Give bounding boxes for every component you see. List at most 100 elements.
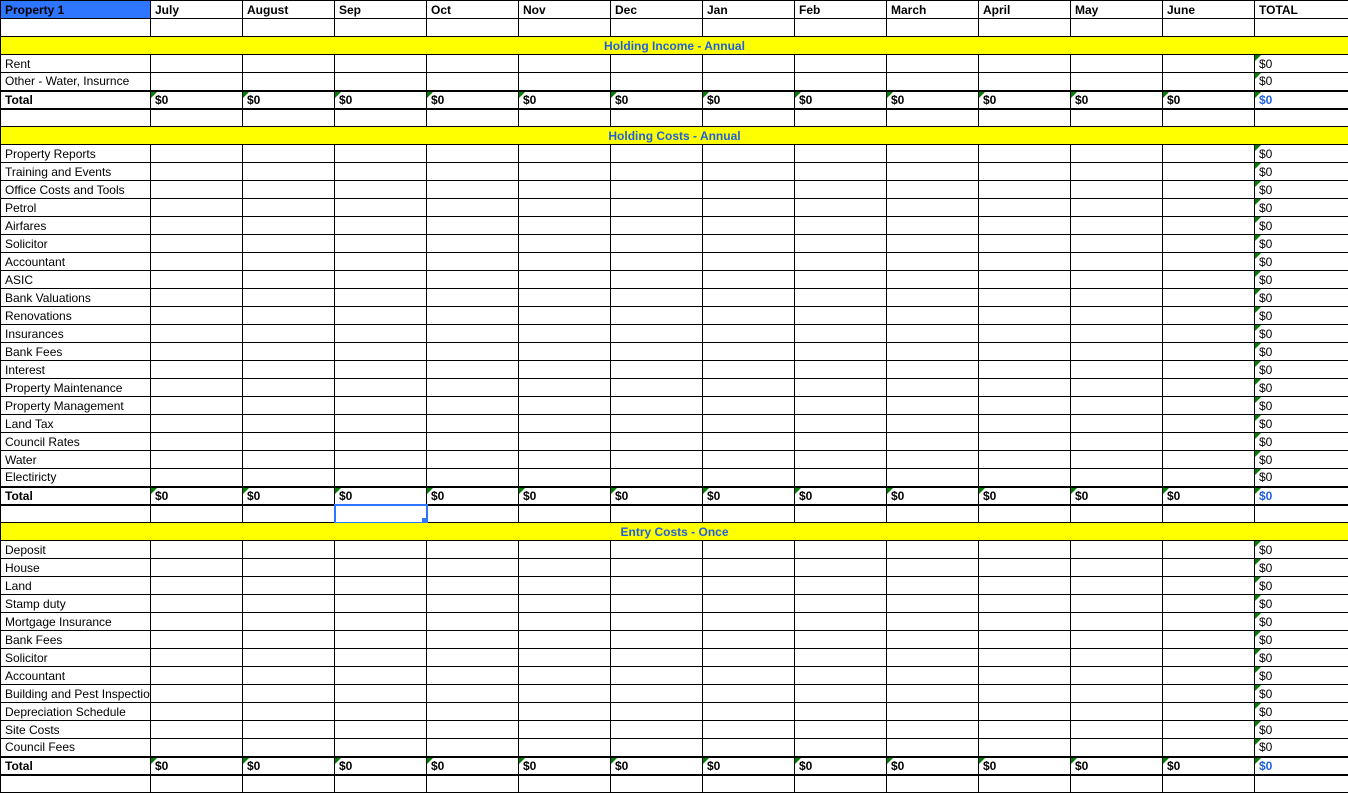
row-total[interactable]: $0	[1255, 145, 1348, 163]
data-cell[interactable]	[795, 235, 887, 253]
data-cell[interactable]	[243, 145, 335, 163]
data-cell[interactable]	[1071, 361, 1163, 379]
data-cell[interactable]	[887, 361, 979, 379]
data-cell[interactable]	[151, 469, 243, 487]
data-cell[interactable]	[427, 289, 519, 307]
data-cell[interactable]	[979, 631, 1071, 649]
data-cell[interactable]	[795, 433, 887, 451]
data-cell[interactable]	[887, 253, 979, 271]
row-label[interactable]: Property Management	[1, 397, 151, 415]
data-cell[interactable]	[611, 649, 703, 667]
data-cell[interactable]	[1163, 235, 1255, 253]
spacer-cell[interactable]	[979, 19, 1071, 37]
data-cell[interactable]	[1163, 631, 1255, 649]
data-cell[interactable]	[1163, 577, 1255, 595]
data-cell[interactable]	[611, 685, 703, 703]
spacer-cell[interactable]	[795, 775, 887, 793]
data-cell[interactable]	[703, 55, 795, 73]
data-cell[interactable]	[243, 325, 335, 343]
data-cell[interactable]	[427, 721, 519, 739]
data-cell[interactable]	[519, 343, 611, 361]
data-cell[interactable]	[1071, 703, 1163, 721]
data-cell[interactable]	[335, 235, 427, 253]
data-cell[interactable]	[1163, 451, 1255, 469]
data-cell[interactable]	[151, 325, 243, 343]
total-month-cell[interactable]: $0	[427, 487, 519, 505]
data-cell[interactable]	[979, 343, 1071, 361]
data-cell[interactable]	[703, 469, 795, 487]
data-cell[interactable]	[243, 721, 335, 739]
header-month[interactable]: April	[979, 1, 1071, 19]
row-total[interactable]: $0	[1255, 685, 1348, 703]
total-month-cell[interactable]: $0	[519, 91, 611, 109]
data-cell[interactable]	[1163, 649, 1255, 667]
data-cell[interactable]	[335, 667, 427, 685]
data-cell[interactable]	[519, 667, 611, 685]
data-cell[interactable]	[611, 379, 703, 397]
data-cell[interactable]	[519, 595, 611, 613]
total-label[interactable]: Total	[1, 91, 151, 109]
data-cell[interactable]	[1163, 199, 1255, 217]
row-total[interactable]: $0	[1255, 739, 1348, 757]
data-cell[interactable]	[611, 55, 703, 73]
data-cell[interactable]	[795, 577, 887, 595]
data-cell[interactable]	[1071, 613, 1163, 631]
data-cell[interactable]	[335, 433, 427, 451]
total-month-cell[interactable]: $0	[703, 487, 795, 505]
data-cell[interactable]	[1071, 289, 1163, 307]
data-cell[interactable]	[335, 469, 427, 487]
data-cell[interactable]	[979, 199, 1071, 217]
data-cell[interactable]	[1071, 271, 1163, 289]
row-label[interactable]: House	[1, 559, 151, 577]
row-total[interactable]: $0	[1255, 415, 1348, 433]
data-cell[interactable]	[611, 451, 703, 469]
row-total[interactable]: $0	[1255, 289, 1348, 307]
data-cell[interactable]	[519, 289, 611, 307]
data-cell[interactable]	[427, 235, 519, 253]
row-label[interactable]: Insurances	[1, 325, 151, 343]
data-cell[interactable]	[611, 703, 703, 721]
data-cell[interactable]	[1071, 667, 1163, 685]
data-cell[interactable]	[1071, 721, 1163, 739]
total-month-cell[interactable]: $0	[887, 91, 979, 109]
section-title[interactable]: Holding Costs - Annual	[1, 127, 1348, 145]
data-cell[interactable]	[243, 451, 335, 469]
row-label[interactable]: Council Fees	[1, 739, 151, 757]
data-cell[interactable]	[703, 703, 795, 721]
data-cell[interactable]	[427, 181, 519, 199]
data-cell[interactable]	[887, 739, 979, 757]
data-cell[interactable]	[335, 163, 427, 181]
data-cell[interactable]	[1163, 325, 1255, 343]
spacer-cell[interactable]	[979, 775, 1071, 793]
data-cell[interactable]	[611, 613, 703, 631]
row-label[interactable]: Interest	[1, 361, 151, 379]
data-cell[interactable]	[519, 631, 611, 649]
header-month[interactable]: Dec	[611, 1, 703, 19]
data-cell[interactable]	[979, 289, 1071, 307]
data-cell[interactable]	[611, 631, 703, 649]
row-total[interactable]: $0	[1255, 721, 1348, 739]
data-cell[interactable]	[887, 541, 979, 559]
spacer-cell[interactable]	[243, 775, 335, 793]
row-label[interactable]: Bank Fees	[1, 343, 151, 361]
data-cell[interactable]	[795, 703, 887, 721]
data-cell[interactable]	[795, 559, 887, 577]
spacer-cell[interactable]	[611, 505, 703, 523]
data-cell[interactable]	[243, 73, 335, 91]
data-cell[interactable]	[519, 613, 611, 631]
data-cell[interactable]	[519, 235, 611, 253]
data-cell[interactable]	[795, 199, 887, 217]
header-month[interactable]: Jan	[703, 1, 795, 19]
total-month-cell[interactable]: $0	[335, 487, 427, 505]
spacer-cell[interactable]	[1255, 505, 1348, 523]
data-cell[interactable]	[1071, 145, 1163, 163]
spacer-cell[interactable]	[1, 775, 151, 793]
data-cell[interactable]	[703, 721, 795, 739]
data-cell[interactable]	[703, 307, 795, 325]
data-cell[interactable]	[335, 271, 427, 289]
row-label[interactable]: Stamp duty	[1, 595, 151, 613]
data-cell[interactable]	[151, 235, 243, 253]
spacer-cell[interactable]	[887, 109, 979, 127]
data-cell[interactable]	[703, 541, 795, 559]
data-cell[interactable]	[519, 379, 611, 397]
